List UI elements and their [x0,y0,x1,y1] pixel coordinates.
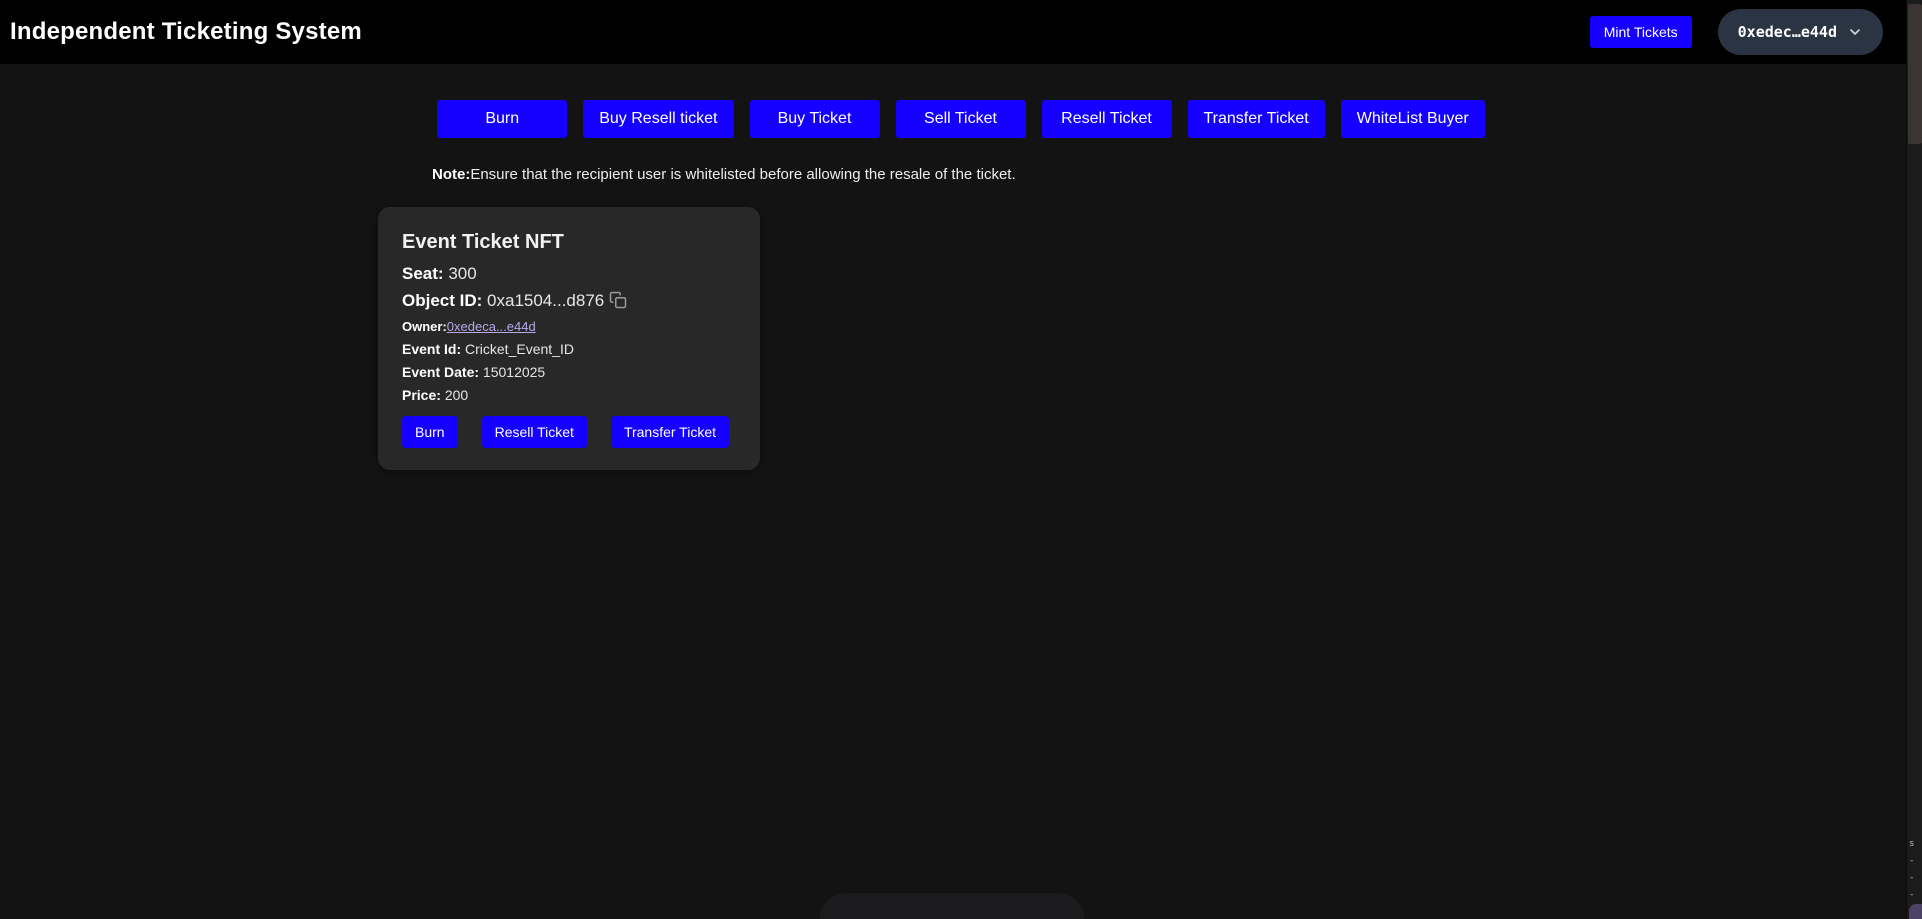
note-text: Ensure that the recipient user is whitel… [470,166,1016,183]
owner-label: Owner: [402,319,447,334]
action-button-resell-ticket[interactable]: Resell Ticket [1041,100,1172,138]
edge-mark: s [1909,839,1915,849]
whitelist-note: Note:Ensure that the recipient user is w… [432,166,1544,183]
seat-row: Seat: 300 [402,264,736,284]
card-burn-button[interactable]: Burn [402,416,458,448]
action-button-sell-ticket[interactable]: Sell Ticket [895,100,1026,138]
card-resell-ticket-button[interactable]: Resell Ticket [481,416,587,448]
event-date-value: 15012025 [482,364,546,380]
object-id-label: Object ID: [402,291,483,310]
object-id-row: Object ID: 0xa1504...d876 [402,291,736,312]
edge-mark: - [1909,873,1915,883]
edge-mark: - [1909,890,1915,900]
scrollbar-thumb[interactable] [1908,4,1922,144]
copy-icon[interactable] [609,291,627,312]
wallet-dropdown[interactable]: 0xedec…e44d [1717,9,1883,55]
price-label: Price: [402,387,441,403]
event-id-row: Event Id: Cricket_Event_ID [402,341,736,357]
mint-tickets-button[interactable]: Mint Tickets [1589,16,1692,48]
ticket-card: Event Ticket NFT Seat: 300 Object ID: 0x… [378,207,760,470]
navbar-right: Mint Tickets 0xedec…e44d [1589,9,1883,55]
seat-label: Seat: [402,264,444,283]
event-date-row: Event Date: 15012025 [402,364,736,380]
price-row: Price: 200 [402,387,736,403]
action-button-row: Burn Buy Resell ticket Buy Ticket Sell T… [378,100,1544,138]
wallet-address: 0xedec…e44d [1737,23,1837,41]
action-button-transfer-ticket[interactable]: Transfer Ticket [1187,100,1325,138]
event-date-label: Event Date: [402,364,480,380]
edge-artifact-corner [1909,904,1922,919]
owner-link[interactable]: 0xedeca...e44d [447,319,536,334]
app-title: Independent Ticketing System [10,18,362,45]
price-value: 200 [444,387,469,403]
chevron-down-icon [1850,29,1860,35]
action-button-buy-resell-ticket[interactable]: Buy Resell ticket [583,100,734,138]
bottom-overlay-shape [820,893,1084,919]
navbar: Independent Ticketing System Mint Ticket… [0,0,1922,64]
main-content: Burn Buy Resell ticket Buy Ticket Sell T… [378,64,1544,470]
scrollbar-track[interactable]: s - - - [1906,0,1922,919]
edge-artifact-marks: s - - - [1909,840,1914,900]
seat-value: 300 [448,264,477,283]
card-title: Event Ticket NFT [402,231,564,253]
edge-mark: - [1909,856,1915,866]
card-button-row: Burn Resell Ticket Transfer Ticket [402,416,736,448]
note-label: Note: [432,166,471,183]
event-id-value: Cricket_Event_ID [465,341,574,357]
action-button-burn[interactable]: Burn [437,100,568,138]
owner-row: Owner:0xedeca...e44d [402,319,736,334]
object-id-value: 0xa1504...d876 [487,291,605,310]
card-transfer-ticket-button[interactable]: Transfer Ticket [610,416,729,448]
event-id-label: Event Id: [402,341,462,357]
action-button-whitelist-buyer[interactable]: WhiteList Buyer [1340,100,1485,138]
action-button-buy-ticket[interactable]: Buy Ticket [749,100,880,138]
